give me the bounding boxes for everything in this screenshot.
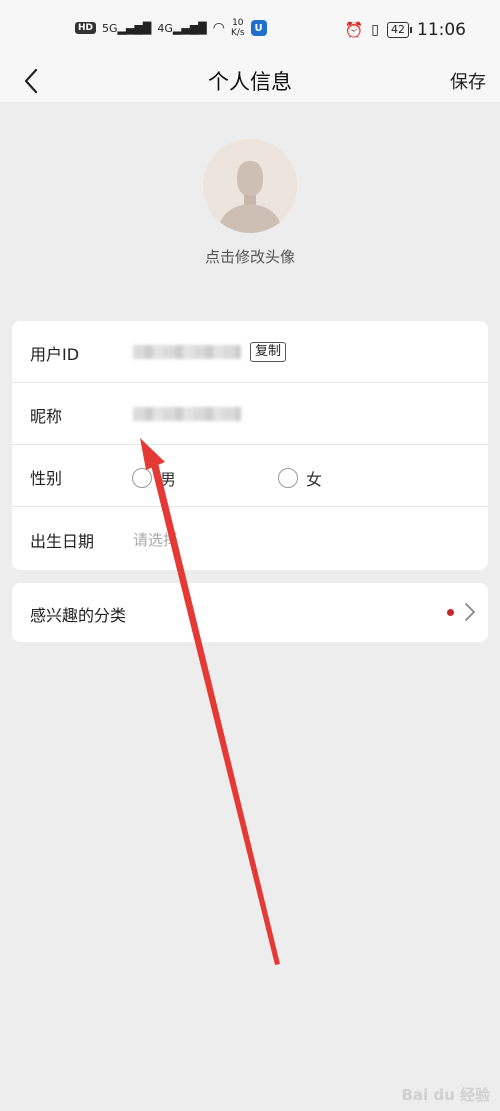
signal-5g-icon: 5G▂▄▆█ [102,21,152,35]
birthday-row[interactable]: 出生日期 请选择 [12,508,488,570]
battery-icon: 42 [387,22,412,38]
copy-button[interactable]: 复制 [250,342,287,362]
signal-4g-label: 4G [157,21,173,35]
watermark: Bai du 经验 [401,1086,490,1104]
status-right: ⏰ ▯ 42 11:06 [345,20,466,40]
clock: 11:06 [417,20,466,40]
radio-circle-icon [132,468,152,488]
vibrate-icon: ▯ [371,22,379,38]
gender-row: 性别 男 女 [12,445,488,507]
gender-radio-female[interactable]: 女 [278,466,322,490]
gender-female-label: 女 [306,470,323,489]
nickname-value-blurred[interactable] [133,407,241,421]
wifi-icon: ◠ [212,20,225,36]
avatar-placeholder-icon [203,139,297,233]
profile-info-card: 用户ID 复制 昵称 性别 男 女 出生日期 请选择 [12,321,488,570]
app-notification-icon: U [250,20,267,36]
birthday-label: 出生日期 [30,532,95,551]
avatar-hint[interactable]: 点击修改头像 [0,246,500,267]
network-speed: 10 K/s [231,18,245,38]
nickname-label: 昵称 [30,407,63,426]
save-button[interactable]: 保存 [450,68,486,94]
red-dot-badge [447,609,454,616]
user-id-value-blurred [133,345,241,359]
birthday-picker[interactable]: 请选择 [133,529,178,550]
hd-badge: HD [75,22,97,34]
signal-4g-icon: 4G▂▄▆█ [157,21,207,35]
signal-5g-label: 5G [102,21,118,35]
status-left: HD 5G▂▄▆█ 4G▂▄▆█ ◠ 10 K/s U [75,18,267,38]
nickname-row[interactable]: 昵称 [12,383,488,445]
page-title: 个人信息 [208,70,292,94]
speed-unit: K/s [230,28,245,38]
speed-value: 10 [232,18,244,28]
radio-circle-icon [278,468,298,488]
gender-label: 性别 [30,469,63,488]
user-id-label: 用户ID [30,345,80,364]
interest-categories-row[interactable]: 感兴趣的分类 [12,583,488,642]
alarm-icon: ⏰ [344,21,364,39]
nav-bar: 个人信息 保存 [0,62,500,102]
gender-radio-male[interactable]: 男 [132,466,176,490]
gender-male-label: 男 [160,470,177,489]
avatar[interactable] [203,139,297,233]
status-bar: HD 5G▂▄▆█ 4G▂▄▆█ ◠ 10 K/s U ⏰ ▯ 42 11:06 [0,0,500,62]
user-id-row: 用户ID 复制 [12,321,488,383]
chevron-right-icon [465,603,475,621]
interest-label: 感兴趣的分类 [30,606,127,625]
